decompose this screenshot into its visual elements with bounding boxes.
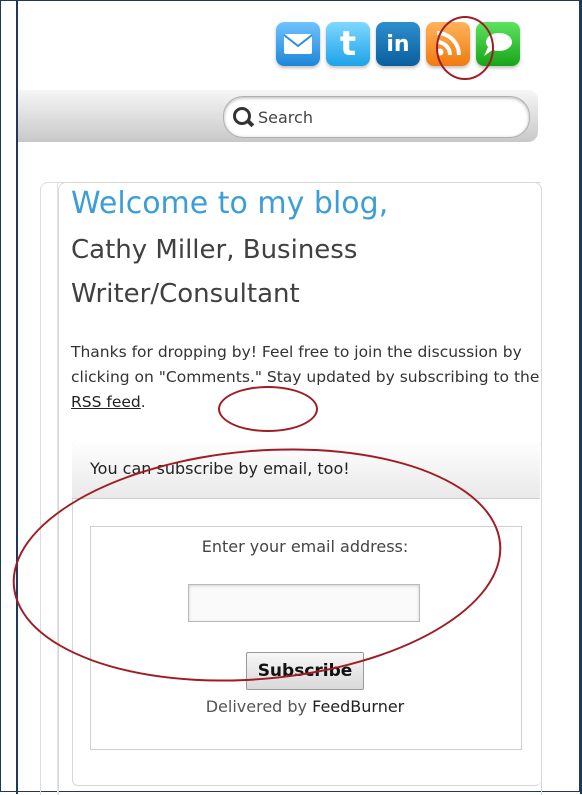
intro-text-after: . bbox=[140, 393, 146, 411]
search-box[interactable] bbox=[223, 96, 530, 138]
rss-link-annotation-circle bbox=[218, 386, 318, 432]
author-name-line1: Cathy Miller, Business bbox=[71, 235, 358, 265]
rss-feed-link[interactable]: RSS feed bbox=[71, 393, 141, 411]
twitter-glyph: t bbox=[339, 24, 357, 64]
delivered-by: Delivered by FeedBurner bbox=[90, 697, 520, 716]
intro-text-before: Thanks for dropping by! Feel free to joi… bbox=[71, 343, 540, 386]
feedburner-brand: FeedBurner bbox=[312, 697, 405, 716]
envelope-icon bbox=[283, 34, 313, 54]
twitter-icon[interactable]: t bbox=[326, 22, 370, 66]
rss-annotation-circle bbox=[436, 16, 494, 80]
email-icon[interactable] bbox=[276, 22, 320, 66]
author-name-line2: Writer/Consultant bbox=[71, 279, 300, 309]
delivered-prefix: Delivered by bbox=[205, 697, 313, 716]
author-name: Cathy Miller, Business Writer/Consultant bbox=[71, 228, 391, 316]
linkedin-icon[interactable]: in bbox=[376, 22, 420, 66]
welcome-title: Welcome to my blog, bbox=[71, 186, 389, 221]
linkedin-glyph: in bbox=[386, 31, 410, 57]
search-input[interactable] bbox=[256, 106, 510, 128]
search-icon[interactable] bbox=[230, 104, 256, 130]
